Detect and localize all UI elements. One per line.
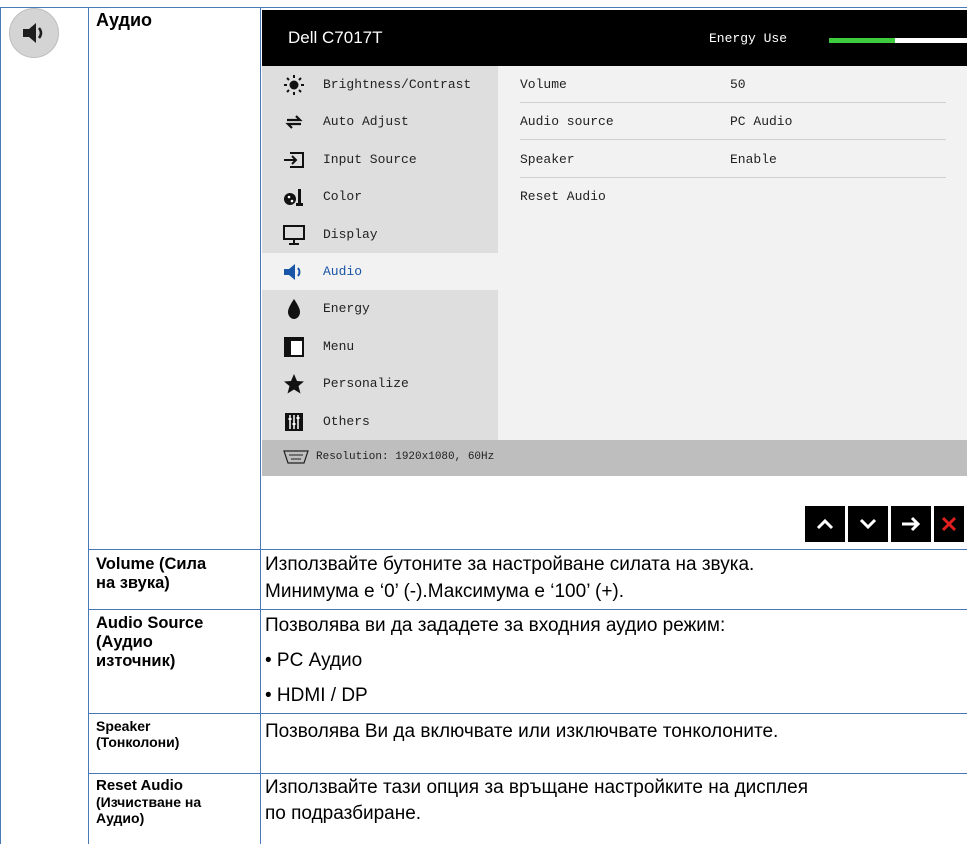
down-arrow-icon[interactable] (848, 506, 888, 542)
right-arrow-icon[interactable] (891, 506, 931, 542)
osd-menu-item-display[interactable]: Display (262, 216, 498, 253)
option-term: Audio Source (Аудио източник) (96, 614, 203, 671)
icon-column-divider (88, 7, 89, 844)
resolution-text: Resolution: 1920x1080, 60Hz (316, 451, 495, 463)
osd-menu-item-energy[interactable]: Energy (262, 290, 498, 327)
osd-menu-screenshot: Dell C7017T Energy Use Brightness/Contra… (262, 10, 967, 542)
speaker-icon (9, 8, 59, 58)
option-term-line: Аудио) (96, 810, 145, 827)
osd-nav-buttons (802, 506, 964, 542)
energy-use-label: Energy Use (709, 31, 788, 46)
option-term-line: на звука) (96, 573, 170, 592)
osd-menu-item-personalize[interactable]: Personalize (262, 365, 498, 402)
osd-menu-label: Input Source (323, 151, 417, 167)
osd-menu-item-others[interactable]: Others (262, 403, 498, 440)
osd-menu-item-auto-adjust[interactable]: Auto Adjust (262, 103, 498, 140)
osd-option-name: Audio source (520, 114, 614, 130)
table-left-border (0, 7, 1, 844)
display-icon (282, 223, 306, 247)
osd-option-value: 50 (730, 77, 746, 92)
option-term-line: (Тонколони) (96, 734, 180, 751)
option-term: Reset Audio (Изчистване на Аудио) (96, 777, 201, 826)
speaker-icon (282, 260, 306, 284)
osd-main-menu: Brightness/Contrast Auto Adjust Input Sour… (262, 66, 498, 440)
section-heading: Аудио (96, 10, 153, 30)
term-column-divider (260, 7, 261, 844)
osd-menu-label: Auto Adjust (323, 114, 409, 130)
close-icon[interactable] (934, 506, 964, 542)
osd-option-row[interactable]: Volume 50 (520, 66, 946, 103)
osd-option-value: Enable (730, 151, 777, 167)
osd-model-title: Dell C7017T (288, 28, 383, 47)
osd-menu-item-input-source[interactable]: Input Source (262, 141, 498, 178)
option-description-line: • HDMI / DP (265, 685, 368, 706)
option-description-line: Използвайте бутоните за настройване сила… (265, 554, 755, 575)
option-term: Volume (Сила на звука) (96, 555, 206, 593)
osd-menu-label: Color (323, 189, 363, 205)
row-divider-2 (88, 609, 967, 610)
osd-option-row[interactable]: Speaker Enable (520, 141, 946, 178)
osd-body: Brightness/Contrast Auto Adjust Input Sour… (262, 66, 967, 440)
input-source-icon (282, 148, 306, 172)
option-term-line: (Изчистване на (96, 794, 202, 811)
osd-menu-item-brightness-contrast[interactable]: Brightness/Contrast (262, 66, 498, 103)
row-divider-3 (88, 713, 967, 714)
option-term-line: Volume (Сила (96, 555, 207, 573)
energy-use-bar (829, 38, 967, 43)
up-arrow-icon[interactable] (805, 506, 845, 542)
option-description-line: Позволява Ви да включвате или изключвате… (265, 721, 779, 742)
osd-option-name: Reset Audio (520, 189, 606, 205)
option-description-line: по подразбиране. (265, 803, 422, 824)
row-divider-1 (88, 549, 967, 550)
auto-adjust-icon (282, 110, 306, 134)
energy-use-fill (829, 38, 896, 43)
osd-header: Dell C7017T Energy Use (262, 10, 967, 66)
osd-menu-item-audio[interactable]: Audio (262, 253, 498, 290)
osd-option-row[interactable]: Audio source PC Audio (520, 103, 946, 141)
row-divider-4 (88, 773, 967, 774)
brightness-icon (282, 73, 306, 97)
osd-menu-item-color[interactable]: Color (262, 178, 498, 215)
option-description-line: • PC Аудио (265, 650, 363, 671)
others-icon (282, 410, 306, 434)
star-icon (282, 372, 306, 396)
osd-menu-label: Personalize (323, 376, 409, 392)
osd-menu-label: Energy (323, 301, 370, 317)
osd-status-bar: Resolution: 1920x1080, 60Hz (262, 440, 967, 476)
osd-option-value: PC Audio (730, 114, 793, 130)
color-icon (282, 185, 306, 209)
osd-option-name: Speaker (520, 151, 575, 167)
option-term-line: Audio Source (96, 614, 204, 632)
osd-menu-label: Others (323, 413, 370, 429)
option-term: Speaker (Тонколони) (96, 718, 179, 750)
vga-connector-icon (283, 450, 309, 464)
osd-menu-item-menu[interactable]: Menu (262, 328, 498, 365)
table-top-border (0, 7, 967, 8)
osd-option-row[interactable]: Reset Audio (520, 178, 946, 215)
option-term-line: източник) (96, 651, 176, 670)
option-term-line: Reset Audio (96, 777, 183, 794)
option-description-line: Позволява ви да зададете за входния ауди… (265, 615, 726, 636)
option-description-line: Използвайте тази опция за връщане настро… (265, 777, 809, 798)
option-description-line: Минимума е ‘0’ (-).Максимума е ‘100’ (+)… (265, 581, 625, 602)
menu-icon (282, 335, 306, 359)
energy-icon (282, 297, 306, 321)
osd-menu-label: Audio (323, 264, 363, 279)
option-term-line: (Аудио (96, 632, 153, 651)
osd-menu-label: Brightness/Contrast (323, 77, 472, 92)
osd-menu-label: Menu (323, 338, 355, 354)
option-term-line: Speaker (96, 718, 151, 734)
osd-option-name: Volume (520, 77, 567, 92)
osd-menu-label: Display (323, 226, 378, 242)
